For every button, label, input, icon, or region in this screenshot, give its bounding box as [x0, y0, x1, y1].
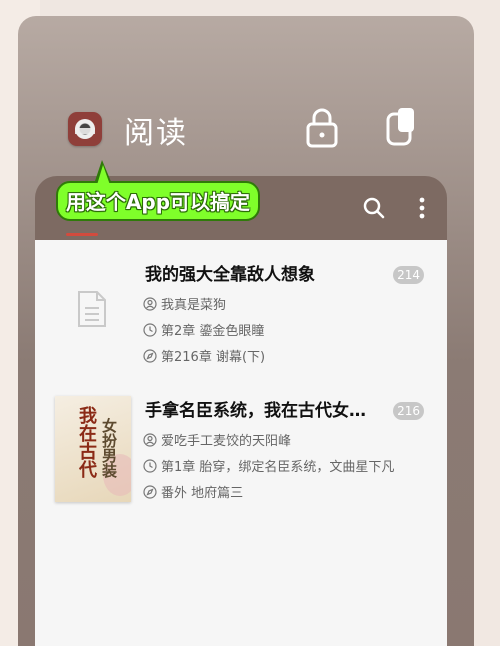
unread-count-badge: 214	[393, 266, 424, 284]
book-cover: 我在古代 女扮男装	[55, 396, 131, 502]
book-current-chapter: 第2章 鎏金色眼瞳	[143, 320, 264, 339]
book-item[interactable]: 我在古代 女扮男装 手拿名臣系统，我在古代女… 216 爱吃手工麦饺的天阳峰 第…	[35, 388, 447, 512]
book-latest-chapter: 第216章 谢幕(下)	[143, 346, 265, 365]
promo-bubble: 用这个App可以搞定	[56, 181, 260, 221]
bubble-tail-inner	[97, 165, 110, 185]
cover-text-1: 我在古代	[76, 406, 97, 478]
author-text: 我真是菜狗	[161, 298, 227, 313]
compass-icon	[143, 349, 157, 363]
app-icon[interactable]	[68, 112, 102, 146]
book-latest-chapter: 番外 地府篇三	[143, 482, 243, 501]
cover-text-2: 女扮男装	[100, 418, 118, 478]
author-text: 爱吃手工麦饺的天阳峰	[161, 434, 292, 449]
bookshelf-list: 我的强大全靠敌人想象 214 我真是菜狗 第2章 鎏金色眼瞳 第216章 谢幕(…	[35, 240, 447, 646]
compass-icon	[143, 485, 157, 499]
author-icon	[143, 297, 157, 311]
book-title: 我的强大全靠敌人想象	[145, 265, 315, 285]
book-current-chapter: 第1章 胎穿，绑定名臣系统，文曲星下凡	[143, 456, 394, 475]
clock-icon	[143, 459, 157, 473]
app-title: 阅读	[124, 116, 188, 151]
active-tab-indicator	[66, 233, 98, 236]
book-author: 爱吃手工麦饺的天阳峰	[143, 430, 291, 449]
lock-icon[interactable]	[302, 104, 342, 150]
current-chapter-text: 第2章 鎏金色眼瞳	[161, 324, 265, 339]
latest-chapter-text: 番外 地府篇三	[161, 486, 244, 501]
latest-chapter-text: 第216章 谢幕(下)	[161, 350, 266, 365]
author-icon	[143, 433, 157, 447]
book-item[interactable]: 我的强大全靠敌人想象 214 我真是菜狗 第2章 鎏金色眼瞳 第216章 谢幕(…	[35, 252, 447, 376]
clock-icon	[143, 323, 157, 337]
book-author: 我真是菜狗	[143, 294, 226, 313]
more-vert-icon[interactable]	[414, 194, 430, 222]
document-icon	[78, 291, 106, 327]
search-icon[interactable]	[360, 194, 388, 222]
current-chapter-text: 第1章 胎穿，绑定名臣系统，文曲星下凡	[161, 460, 395, 475]
copy-icon[interactable]	[380, 104, 420, 150]
book-title: 手拿名臣系统，我在古代女…	[145, 401, 366, 421]
unread-count-badge: 216	[393, 402, 424, 420]
